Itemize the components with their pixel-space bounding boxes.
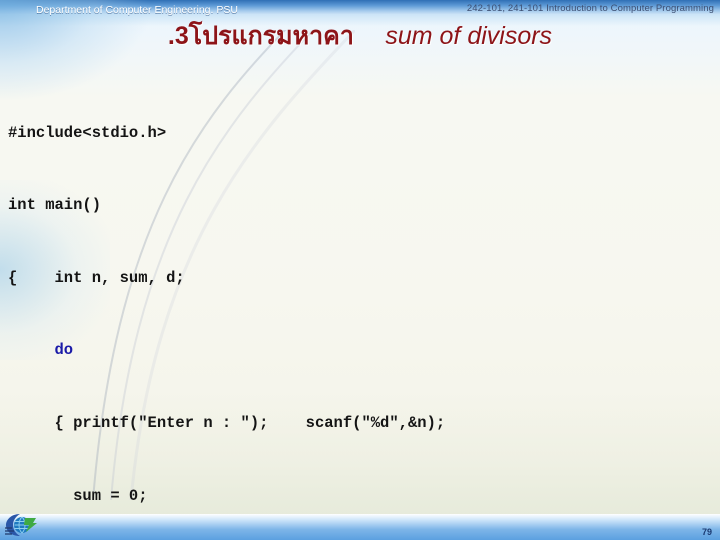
code-line: #include<stdio.h> [8,121,720,145]
psu-globe-logo [5,514,37,536]
code-text: { int n, sum, d; [8,268,185,287]
code-line: int main() [8,193,720,217]
code-line: do [8,338,720,362]
footer-department-text: Department of Computer Engineering. PSU [36,4,238,16]
code-text: #include<stdio.h> [8,123,167,142]
code-text: { printf("Enter n : "); scanf("%d",&n); [8,413,446,432]
page-title-spacer [354,22,385,50]
footer-bar [0,514,720,540]
course-code-header: 242-101, 241-101 Introduction to Compute… [466,3,714,14]
code-line: sum = 0; [8,484,720,508]
code-text: sum = 0; [8,486,148,505]
code-text: int main() [8,196,102,215]
page-title-latin: sum of divisors [385,22,553,50]
page-number: 79 [701,527,712,537]
page-title-thai: .3โปรแกรมหาคา [167,22,354,50]
code-listing: #include<stdio.h> int main() { int n, su… [8,48,720,540]
code-line: { int n, sum, d; [8,266,720,290]
code-text: do [8,341,74,360]
code-line: { printf("Enter n : "); scanf("%d",&n); [8,411,720,435]
slide-canvas: 242-101, 241-101 Introduction to Compute… [0,0,720,540]
